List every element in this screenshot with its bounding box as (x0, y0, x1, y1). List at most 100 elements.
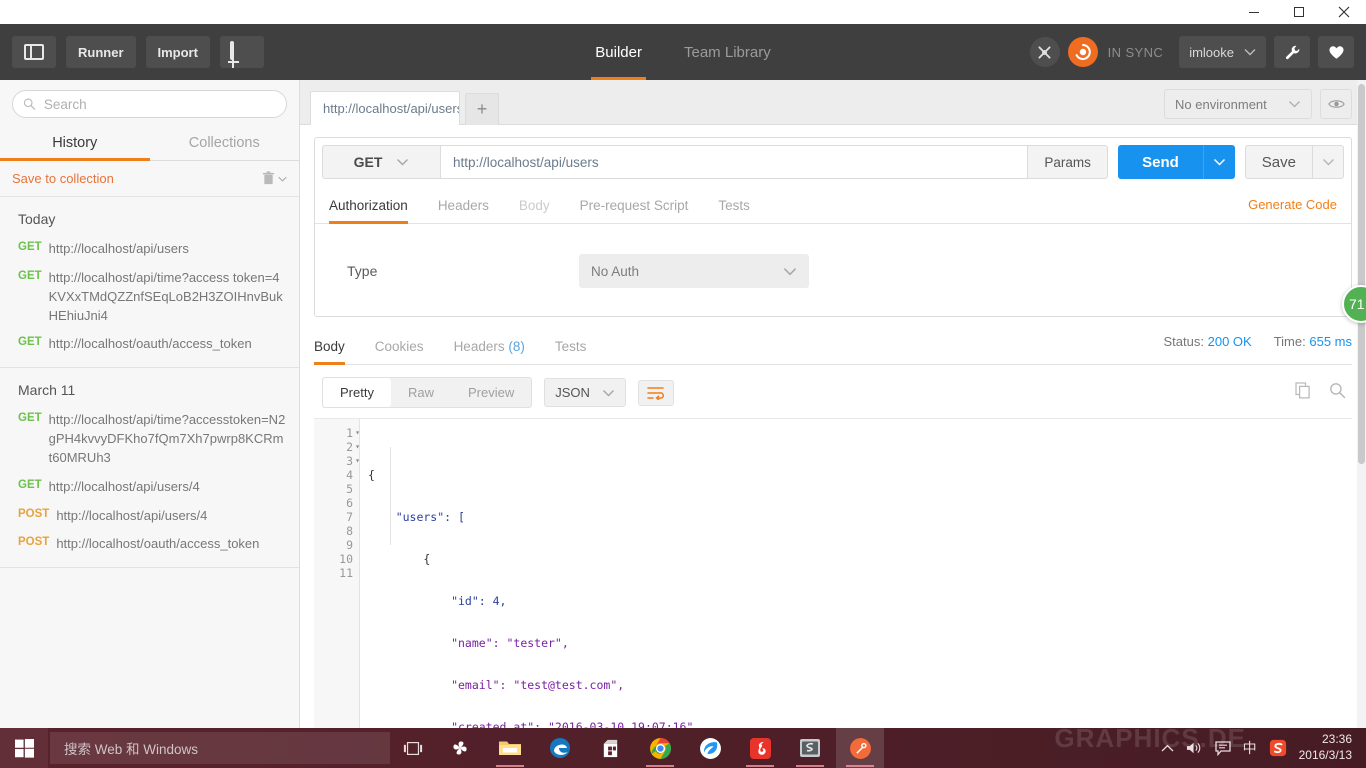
fan-app-icon[interactable] (436, 728, 484, 768)
request-tab-headers-label: Headers (437, 198, 489, 213)
http-method-label: GET (18, 336, 42, 349)
netease-music-icon[interactable] (736, 728, 784, 768)
save-button-group: Save (1244, 145, 1344, 179)
request-tab-tests[interactable]: Tests (718, 186, 750, 223)
add-request-tab-button[interactable]: + (465, 93, 499, 125)
format-mode-group: Pretty Raw Preview (322, 377, 533, 408)
history-item[interactable]: POST http://localhost/oauth/access_token (0, 530, 299, 559)
history-item[interactable]: GET http://localhost/api/time?access tok… (0, 264, 299, 331)
history-item[interactable]: GET http://localhost/api/users/4 (0, 473, 299, 502)
wrap-lines-button[interactable] (637, 379, 674, 406)
auth-type-select[interactable]: No Auth (579, 254, 809, 288)
action-center-button[interactable] (1214, 740, 1231, 756)
windows-start-icon (14, 738, 34, 758)
http-method-label: POST (18, 536, 50, 549)
postman-icon[interactable] (836, 728, 884, 768)
close-button[interactable] (1321, 0, 1366, 24)
request-tab-pre-request-script-label: Pre-request Script (579, 198, 689, 213)
search-input[interactable] (43, 96, 276, 112)
response-tab-tests[interactable]: Tests (555, 327, 587, 364)
save-request-button[interactable]: Save (1244, 145, 1312, 179)
main-scrollbar-thumb[interactable] (1358, 84, 1365, 464)
history-item[interactable]: GET http://localhost/api/users (0, 235, 299, 264)
format-mode-raw[interactable]: Raw (391, 378, 451, 407)
save-to-collection-row: Save to collection (0, 161, 299, 197)
code-line: { (368, 552, 431, 566)
sidebar-tab-collections[interactable]: Collections (150, 126, 300, 160)
sidebar-toggle-button[interactable] (12, 36, 56, 68)
minimize-button[interactable] (1231, 0, 1276, 24)
response-body-editor[interactable]: ▾ 1 ▾ 2 ▾ 3 4 5 6 7 8 9 10 11 { "users": [ (314, 418, 1352, 728)
show-hidden-icons-button[interactable] (1161, 744, 1174, 753)
edge-browser-icon[interactable] (536, 728, 584, 768)
environment-select[interactable]: No environment (1164, 89, 1312, 119)
http-method-label: GET (18, 412, 42, 425)
history-item-url: http://localhost/api/time?access token=4… (48, 269, 283, 323)
main-panel: http://localhost/api/users + No environm… (300, 80, 1366, 728)
main-scrollbar[interactable] (1357, 80, 1366, 728)
taskbar-search-box[interactable]: 搜索 Web 和 Windows (50, 732, 390, 764)
history-item[interactable]: POST http://localhost/api/users/4 (0, 502, 299, 531)
request-tab-authorization[interactable]: Authorization (329, 186, 408, 224)
generate-code-link[interactable]: Generate Code (1248, 197, 1337, 212)
send-button[interactable]: Send (1118, 145, 1203, 179)
save-to-collection-link[interactable]: Save to collection (12, 171, 114, 186)
interceptor-button[interactable] (1029, 37, 1060, 67)
chevron-down-icon (1213, 158, 1225, 166)
chrome-browser-icon[interactable] (636, 728, 684, 768)
search-box[interactable] (12, 90, 287, 118)
search-response-button[interactable] (1329, 382, 1346, 404)
format-mode-pretty[interactable]: Pretty (323, 378, 391, 407)
request-tab-body[interactable]: Body (519, 186, 550, 223)
sidebar-tab-history[interactable]: History (0, 126, 150, 161)
chevron-up-icon (1161, 744, 1174, 751)
user-name-label: imlooke (1189, 44, 1234, 60)
import-button[interactable]: Import (145, 36, 210, 68)
response-tab-cookies[interactable]: Cookies (375, 327, 424, 364)
history-group-title: March 11 (18, 382, 76, 399)
send-options-button[interactable] (1202, 145, 1235, 179)
workspace: History Collections Save to collection T… (0, 80, 1366, 728)
params-button[interactable]: Params (1028, 145, 1109, 179)
request-tab-headers[interactable]: Headers (438, 186, 489, 223)
sublime-text-icon[interactable] (786, 728, 834, 768)
copy-response-button[interactable] (1295, 381, 1311, 404)
start-button[interactable] (0, 728, 48, 768)
line-number: ▾ 3 (346, 454, 360, 468)
response-tab-body[interactable]: Body (314, 327, 345, 365)
environment-quick-look-button[interactable] (1320, 89, 1352, 119)
sogou-ime-icon[interactable] (1269, 739, 1287, 757)
editor-gutter: ▾ 1 ▾ 2 ▾ 3 4 5 6 7 8 9 10 11 (314, 419, 360, 728)
user-menu-button[interactable]: imlooke (1179, 36, 1266, 68)
new-window-button[interactable] (219, 36, 264, 68)
response-tab-headers[interactable]: Headers (8) (454, 327, 525, 364)
maximize-button[interactable] (1276, 0, 1321, 24)
tab-builder[interactable]: Builder (591, 24, 646, 80)
request-url-input[interactable] (440, 145, 1029, 179)
volume-button[interactable] (1186, 741, 1203, 755)
task-view-button[interactable] (390, 728, 436, 768)
tab-team-library[interactable]: Team Library (680, 24, 775, 80)
baidu-browser-icon[interactable] (686, 728, 734, 768)
code-line: { (368, 468, 375, 482)
request-tab[interactable]: http://localhost/api/users (310, 91, 460, 125)
save-options-button[interactable] (1312, 145, 1344, 179)
favorites-button[interactable] (1318, 36, 1354, 68)
ime-language-indicator[interactable]: 中 (1243, 738, 1257, 758)
history-item[interactable]: GET http://localhost/oauth/access_token (0, 330, 299, 359)
history-list: Today GET http://localhost/api/users GET… (0, 197, 299, 728)
file-explorer-icon[interactable] (486, 728, 534, 768)
url-row: GET Params Send Save (315, 138, 1351, 186)
windows-store-icon[interactable] (586, 728, 634, 768)
response-language-select[interactable]: JSON (544, 378, 626, 407)
format-mode-preview[interactable]: Preview (451, 378, 531, 407)
response-body-code[interactable]: { "users": [ { "id": 4, "name": "tester"… (360, 419, 1352, 728)
taskbar-clock[interactable]: 23:36 2016/3/13 (1299, 732, 1358, 763)
sync-status-icon[interactable] (1067, 37, 1098, 67)
request-tab-pre-request-script[interactable]: Pre-request Script (580, 186, 689, 223)
clear-history-button[interactable] (262, 171, 287, 186)
http-method-select[interactable]: GET (322, 145, 440, 179)
runner-button[interactable]: Runner (66, 36, 136, 68)
settings-button[interactable] (1274, 36, 1310, 68)
history-item[interactable]: GET http://localhost/api/time?accesstoke… (0, 406, 299, 473)
